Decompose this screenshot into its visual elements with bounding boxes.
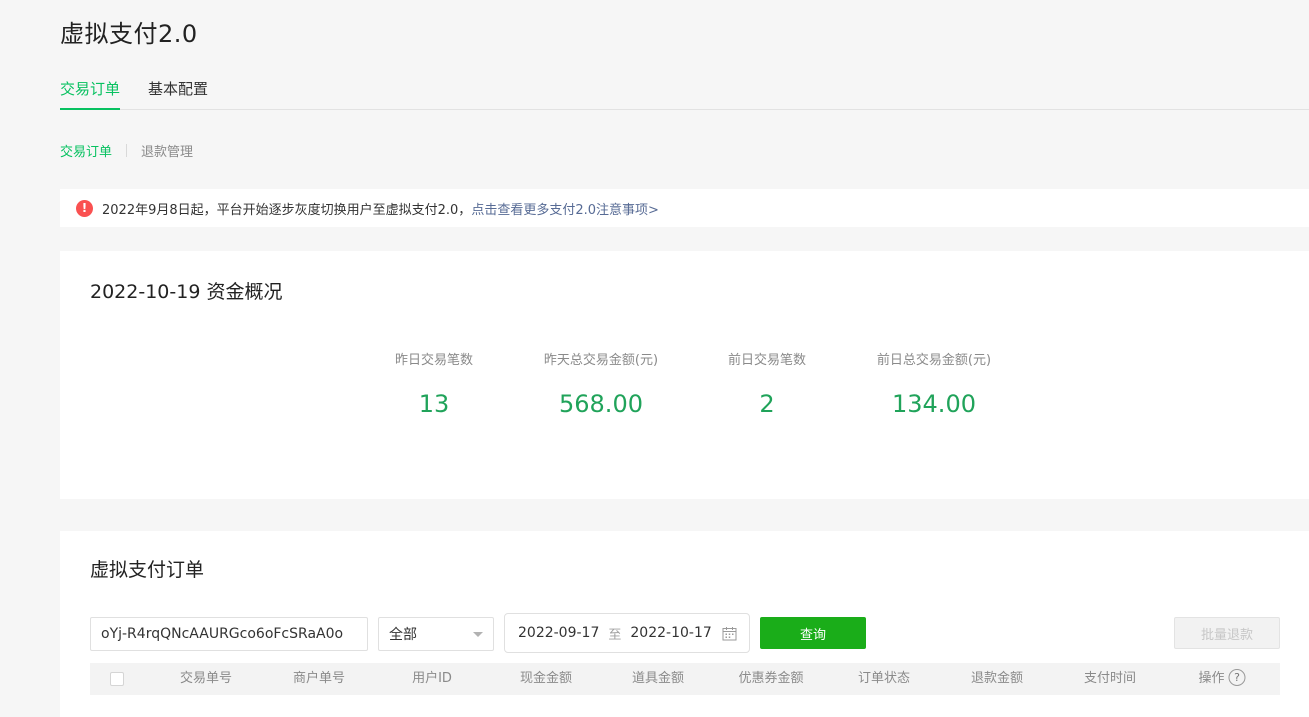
exclamation-icon: ! (76, 199, 93, 217)
search-input[interactable] (90, 617, 368, 651)
query-button[interactable]: 查询 (760, 617, 866, 649)
sub-tabs: 交易订单 退款管理 (60, 141, 193, 160)
status-select-value: 全部 (389, 627, 417, 643)
sub-tab-divider (126, 143, 128, 157)
tab-transaction-orders[interactable]: 交易订单 (60, 78, 121, 110)
date-range-picker[interactable]: 2022-09-17 至 2022-10-17 (504, 613, 750, 653)
select-all-checkbox[interactable] (110, 672, 124, 686)
col-transaction-id: 交易单号 (179, 671, 233, 686)
notice-text: 2022年9月8日起，平台开始逐步灰度切换用户至虚拟支付2.0， (102, 202, 472, 218)
summary-title: 2022-10-19 资金概况 (90, 281, 283, 303)
orders-title: 虚拟支付订单 (90, 559, 205, 581)
calendar-icon[interactable] (722, 626, 737, 641)
page: 虚拟支付2.0 交易订单 基本配置 交易订单 退款管理 ! 2022年9月8日起… (0, 0, 1309, 717)
question-icon[interactable]: ? (1228, 669, 1246, 686)
chevron-down-icon (473, 632, 483, 637)
orders-card: 虚拟支付订单 全部 2022-09-17 至 2022-10-17 查询 (60, 531, 1309, 717)
funds-summary-card: 2022-10-19 资金概况 昨日交易笔数 13 昨天总交易金额(元) 568… (60, 251, 1309, 499)
main-tabs: 交易订单 基本配置 (60, 72, 1309, 110)
page-title: 虚拟支付2.0 (60, 20, 198, 48)
col-coupon-amount: 优惠券金额 (738, 671, 804, 686)
batch-refund-button[interactable]: 批量退款 (1174, 617, 1280, 649)
stat-daybefore-amount: 前日总交易金额(元) 134.00 (854, 349, 1014, 418)
stat-value: 2 (759, 390, 775, 418)
subtab-transaction-orders[interactable]: 交易订单 (60, 141, 112, 160)
notice-link[interactable]: 点击查看更多支付2.0注意事项> (471, 199, 659, 218)
stat-label: 昨天总交易金额(元) (543, 353, 659, 368)
stat-label: 前日交易笔数 (727, 353, 806, 368)
stat-value: 13 (418, 390, 450, 418)
stat-yesterday-count: 昨日交易笔数 13 (354, 349, 514, 418)
date-start[interactable]: 2022-09-17 (518, 625, 599, 641)
col-user-id: 用户ID (412, 671, 452, 686)
col-actions-label: 操作 (1198, 671, 1225, 686)
stat-label: 前日总交易金额(元) (876, 353, 992, 368)
notice-banner: ! 2022年9月8日起，平台开始逐步灰度切换用户至虚拟支付2.0， 点击查看更… (60, 189, 1309, 227)
col-cash-amount: 现金金额 (519, 671, 573, 686)
stat-daybefore-count: 前日交易笔数 2 (687, 349, 847, 418)
stat-label: 昨日交易笔数 (394, 353, 473, 368)
date-end[interactable]: 2022-10-17 (630, 625, 711, 641)
col-refund-amount: 退款金额 (970, 671, 1024, 686)
col-merchant-id: 商户单号 (292, 671, 346, 686)
col-pay-time: 支付时间 (1083, 671, 1137, 686)
stat-value: 568.00 (559, 390, 643, 418)
col-actions: 操作? (1198, 663, 1246, 695)
col-item-amount: 道具金额 (631, 671, 685, 686)
table-header: 交易单号 商户单号 用户ID 现金金额 道具金额 优惠券金额 订单状态 退款金额… (90, 663, 1280, 695)
stat-yesterday-amount: 昨天总交易金额(元) 568.00 (521, 349, 681, 418)
tab-basic-config[interactable]: 基本配置 (148, 78, 208, 110)
date-separator: 至 (608, 627, 622, 643)
subtab-refund-management[interactable]: 退款管理 (141, 141, 193, 160)
stat-value: 134.00 (892, 390, 976, 418)
status-select[interactable]: 全部 (378, 617, 494, 651)
col-order-status: 订单状态 (857, 671, 911, 686)
